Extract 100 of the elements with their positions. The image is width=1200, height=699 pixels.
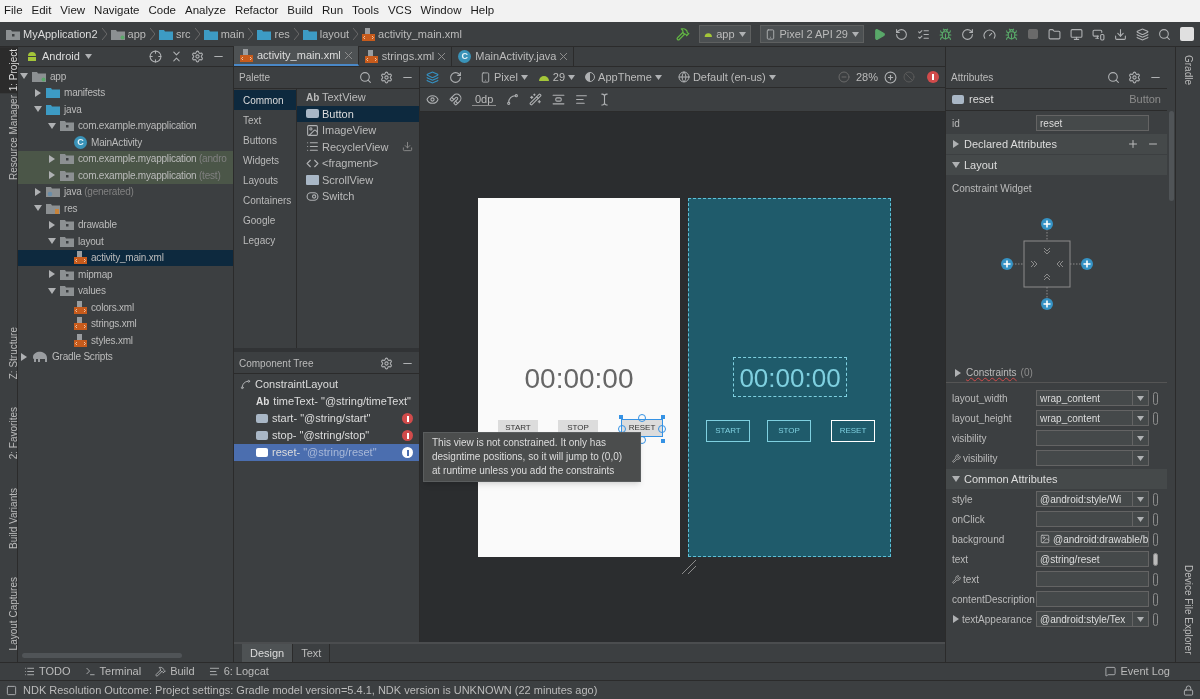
tree-item[interactable]: C MainActivity (18, 134, 233, 151)
tool-window-button[interactable]: TODO (24, 663, 71, 680)
locale-selector[interactable]: Default (en-us) (677, 68, 776, 86)
tool-window-tab[interactable]: Layout Captures (0, 574, 17, 652)
locate-icon[interactable] (149, 50, 162, 63)
breadcrumb-item[interactable]: MyApplication2 (6, 25, 98, 43)
palette-category[interactable]: Google (234, 210, 296, 230)
dropdown-field[interactable] (1036, 511, 1149, 527)
folder-icon[interactable] (1048, 27, 1061, 41)
palette-item[interactable]: RecyclerView (297, 138, 419, 155)
tool-window-tab[interactable]: Gradle (1176, 55, 1200, 85)
dropdown-field[interactable]: wrap_content (1036, 390, 1149, 406)
expand-arrow-icon[interactable] (48, 270, 56, 279)
tool-window-tab[interactable]: 2: Favorites (0, 405, 17, 462)
search-icon[interactable] (359, 71, 372, 84)
menu-item[interactable]: Code (148, 2, 176, 20)
menu-item[interactable]: Refactor (234, 2, 279, 20)
bug-icon[interactable] (1005, 27, 1018, 41)
dropdown-field[interactable] (1036, 450, 1149, 466)
editor-tab[interactable]: C MainActivity.java (452, 46, 575, 66)
input-field[interactable]: @string/reset (1036, 551, 1149, 567)
align-icon[interactable] (575, 93, 589, 106)
dropdown-field[interactable]: @android:style/Wi (1036, 491, 1149, 507)
settings-icon[interactable] (191, 50, 204, 63)
component-tree-item[interactable]: reset- "@string/reset" (234, 444, 419, 461)
project-view-dropdown[interactable]: Android (42, 48, 92, 65)
palette-category[interactable]: Containers (234, 190, 296, 210)
breadcrumb-item[interactable]: activity_main.xml (362, 25, 462, 43)
event-log-button[interactable]: Event Log (1105, 663, 1170, 680)
section-header[interactable]: Declared Attributes (946, 134, 1167, 154)
preview-button[interactable]: START (706, 420, 750, 442)
add-icon[interactable] (1127, 138, 1139, 150)
component-tree-item[interactable]: Ab timeText- "@string/timeText" (234, 393, 419, 410)
close-icon[interactable] (438, 52, 446, 60)
settings-icon[interactable] (380, 71, 393, 84)
monitor-icon[interactable] (1070, 27, 1083, 41)
editor-tab[interactable]: activity_main.xml (234, 46, 359, 66)
magic-wand-icon[interactable] (529, 93, 543, 106)
tool-window-button[interactable]: Build (155, 663, 195, 680)
close-icon[interactable] (560, 52, 568, 60)
device-selector[interactable]: Pixel (480, 68, 528, 86)
menu-item[interactable]: Edit (31, 2, 52, 20)
expand-arrow-icon[interactable] (48, 154, 56, 163)
default-margin-field[interactable]: 0dp (472, 93, 497, 106)
magnet-icon[interactable] (449, 93, 462, 106)
editor-mode-tab[interactable]: Text (293, 644, 331, 662)
search-icon[interactable] (1107, 71, 1120, 84)
palette-item[interactable]: ImageView (297, 122, 419, 139)
collapse-arrow-icon[interactable] (48, 286, 56, 295)
section-header[interactable]: Layout (946, 155, 1167, 175)
list-icon[interactable] (917, 27, 930, 41)
zoom-in-icon[interactable] (884, 70, 897, 84)
download-icon[interactable] (402, 141, 413, 153)
palette-item[interactable]: Button (297, 105, 419, 122)
tool-window-tab[interactable]: Resource Manager (0, 93, 17, 183)
collapse-arrow-icon[interactable] (48, 237, 56, 246)
collapse-arrow-icon[interactable] (952, 475, 960, 483)
tool-window-tab[interactable]: Z: Structure (0, 325, 17, 382)
search-icon[interactable] (1158, 27, 1171, 41)
layers-icon[interactable] (1136, 27, 1149, 41)
component-tree-item[interactable]: ConstraintLayout (234, 376, 419, 393)
expand-arrow-icon[interactable] (952, 615, 960, 623)
gauge-icon[interactable] (983, 27, 996, 41)
editor-mode-tab[interactable]: Design (242, 644, 294, 662)
tree-item[interactable]: mipmap (18, 266, 233, 283)
menu-item[interactable]: Help (470, 2, 495, 20)
palette-item[interactable]: Ab TextView (297, 89, 419, 106)
section-header[interactable]: Common Attributes (946, 469, 1167, 489)
menu-item[interactable]: Build (287, 2, 313, 20)
expand-arrow-icon[interactable] (20, 352, 28, 361)
collapse-arrow-icon[interactable] (20, 72, 28, 81)
debug-icon[interactable] (939, 27, 952, 41)
editor-tab[interactable]: strings.xml (358, 46, 453, 66)
menu-item[interactable]: Run (321, 2, 344, 20)
tree-item[interactable]: activity_main.xml (18, 249, 233, 266)
breadcrumb-item[interactable]: app (110, 25, 146, 43)
breadcrumb-item[interactable]: res (257, 25, 290, 43)
menu-item[interactable]: Analyze (184, 2, 226, 20)
settings-icon[interactable] (1128, 71, 1141, 84)
attach-icon[interactable] (961, 27, 974, 41)
menu-item[interactable]: Window (420, 2, 462, 20)
pack-icon[interactable] (552, 93, 566, 106)
palette-category[interactable]: Widgets (234, 150, 296, 170)
component-tree-item[interactable]: start- "@string/start" (234, 410, 419, 427)
api-selector[interactable]: 29 (537, 68, 576, 86)
palette-item[interactable]: ScrollView (297, 171, 419, 188)
download-icon[interactable] (1114, 27, 1127, 41)
dropdown-field[interactable]: @android:style/Tex (1036, 611, 1149, 627)
tree-item[interactable]: manifests (18, 84, 233, 101)
tree-item[interactable]: com.example.myapplication (18, 117, 233, 134)
menu-item[interactable]: View (60, 2, 86, 20)
collapse-arrow-icon[interactable] (952, 161, 960, 169)
breadcrumb-item[interactable]: main (203, 25, 245, 43)
close-icon[interactable] (344, 51, 352, 59)
input-field[interactable] (1036, 591, 1149, 607)
input-field[interactable]: @android:drawable/b (1036, 531, 1149, 547)
palette-item[interactable]: Switch (297, 188, 419, 205)
constraints-toggle[interactable]: Constraints (966, 365, 1017, 380)
tree-item[interactable]: java (generated) (18, 183, 233, 200)
hammer-icon[interactable] (675, 27, 690, 41)
